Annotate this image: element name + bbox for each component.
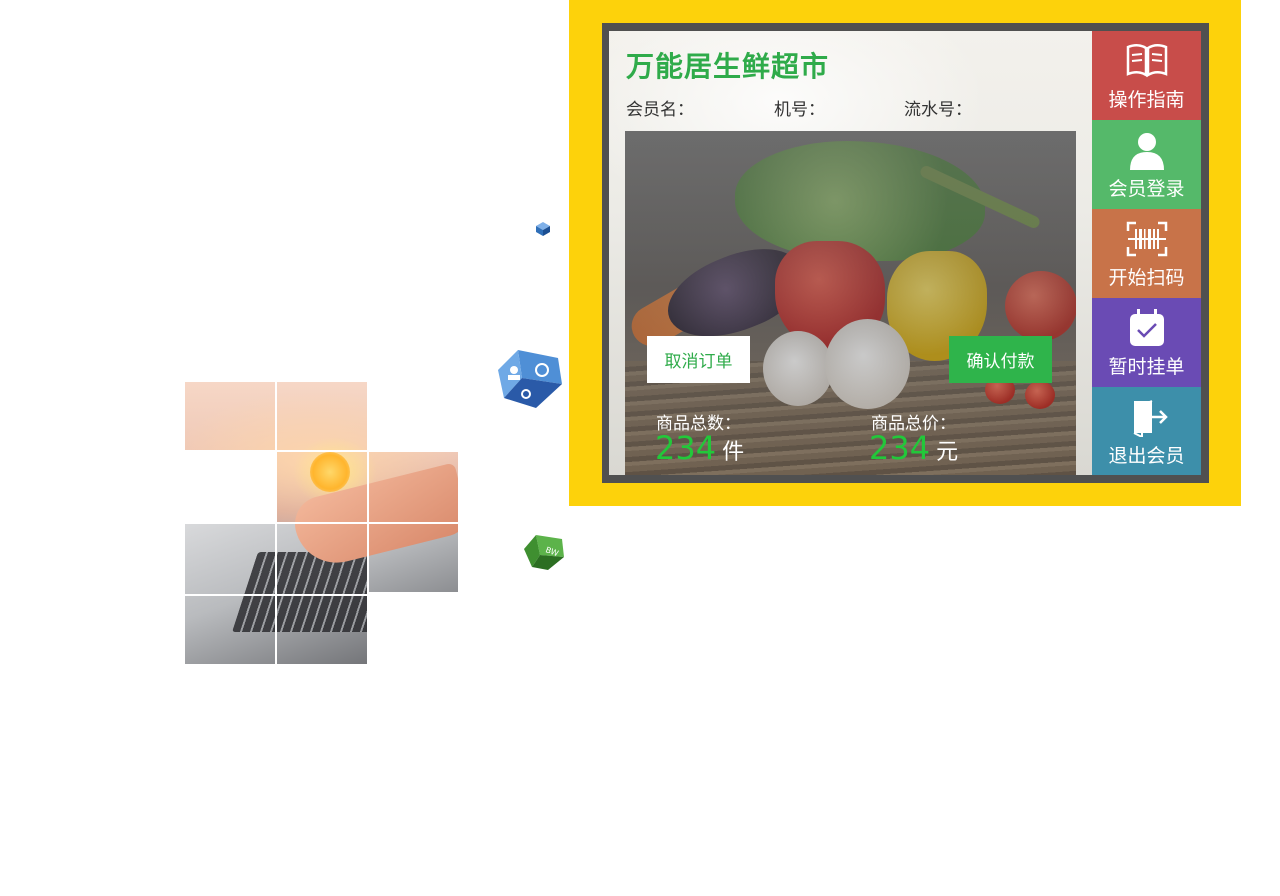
menu-item-member-logout-label: 退出会员 [1108,445,1185,467]
user-icon [1129,133,1164,170]
laptop-mosaic-image [184,381,459,665]
mosaic-tile [184,595,276,665]
total-items-unit: 件 [722,440,745,465]
menu-item-guide[interactable]: 操作指南 [1092,31,1201,120]
side-menu: 操作指南 会员登录 开始扫码 暂时挂单 退出会员 [1092,31,1201,475]
mosaic-tile [276,595,368,665]
barcode-scan-icon [1126,221,1167,257]
menu-item-hold-order[interactable]: 暂时挂单 [1092,298,1201,387]
green-cube-icon: BW [524,535,564,570]
mosaic-tile [276,451,368,523]
small-blue-cube-icon [536,222,550,236]
mosaic-tile [276,381,368,451]
mosaic-tile [368,451,459,523]
calendar-check-icon [1129,309,1164,346]
menu-item-start-scan[interactable]: 开始扫码 [1092,209,1201,298]
store-title: 万能居生鲜超市 [626,50,830,83]
total-price-number: 234 [869,429,931,467]
total-items-value: 234 件 [655,429,744,467]
total-price-unit: 元 [936,440,959,465]
machine-number-label: 机号： [774,100,825,120]
confirm-payment-button[interactable]: 确认付款 [949,336,1052,383]
book-icon [1126,44,1167,78]
exit-door-icon [1133,400,1168,437]
mosaic-tile [184,381,276,451]
member-name-label: 会员名： [626,100,694,120]
blue-cube-icon [498,350,562,408]
total-items-number: 234 [655,429,717,467]
page: BW 万能居生鲜超市 会员名： 机号： 流水号： 取消订单 确认付款 商品总数： [0,0,1280,896]
mosaic-tile [368,523,459,593]
cancel-order-button[interactable]: 取消订单 [647,336,750,383]
serial-number-label: 流水号： [904,100,972,120]
menu-item-member-logout[interactable]: 退出会员 [1092,387,1201,475]
vegetables-photo-panel: 取消订单 确认付款 商品总数： 234 件 商品总价： 234 元 [625,131,1076,475]
menu-item-guide-label: 操作指南 [1108,89,1185,111]
kiosk-screen: 万能居生鲜超市 会员名： 机号： 流水号： 取消订单 确认付款 商品总数： 23… [609,31,1092,475]
menu-item-start-scan-label: 开始扫码 [1108,267,1185,289]
menu-item-member-login[interactable]: 会员登录 [1092,120,1201,209]
mosaic-tile [276,523,368,595]
menu-item-member-login-label: 会员登录 [1108,178,1185,200]
menu-item-hold-order-label: 暂时挂单 [1108,356,1185,378]
total-price-value: 234 元 [869,429,958,467]
mosaic-tile [184,523,276,595]
